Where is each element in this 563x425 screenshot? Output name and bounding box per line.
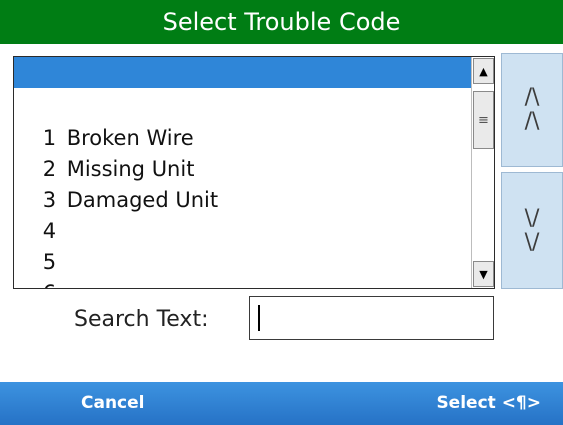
- list-item[interactable]: 1 Broken Wire: [14, 92, 471, 150]
- list-item[interactable]: 5: [14, 216, 471, 274]
- cancel-button[interactable]: Cancel: [81, 382, 144, 425]
- page-title: Select Trouble Code: [162, 8, 401, 36]
- scroll-thumb[interactable]: ≡: [473, 91, 494, 149]
- scroll-down-arrow-icon[interactable]: ▼: [473, 261, 494, 287]
- list-scrollbar[interactable]: ▲ ≡ ▼: [471, 57, 494, 288]
- list-item-number: 6: [43, 278, 67, 288]
- list-item[interactable]: 6: [14, 247, 471, 288]
- search-label: Search Text:: [74, 307, 209, 332]
- text-caret: [258, 305, 260, 331]
- softkey-bar: Cancel Select <¶>: [0, 382, 563, 425]
- scroll-up-arrow-icon[interactable]: ▲: [473, 58, 494, 84]
- page-up-icon: /\: [524, 109, 540, 134]
- page-up-icon: /\: [524, 85, 540, 110]
- trouble-code-list[interactable]: 1 Broken Wire 2 Missing Unit 3 Damaged Unit…: [13, 56, 495, 289]
- list-item[interactable]: 2 Missing Unit: [14, 123, 471, 181]
- page-down-icon: \/: [524, 229, 540, 255]
- list-item[interactable]: 3 Damaged Unit: [14, 154, 471, 212]
- page-down-button[interactable]: \/ \/: [501, 172, 563, 289]
- title-bar: Select Trouble Code: [0, 0, 563, 44]
- list-item[interactable]: [14, 57, 471, 88]
- page-down-icon: \/: [524, 205, 540, 231]
- page-up-button[interactable]: /\ /\: [501, 53, 563, 167]
- select-button[interactable]: Select <¶>: [436, 382, 541, 425]
- search-input[interactable]: [249, 296, 494, 340]
- list-item[interactable]: 4: [14, 185, 471, 243]
